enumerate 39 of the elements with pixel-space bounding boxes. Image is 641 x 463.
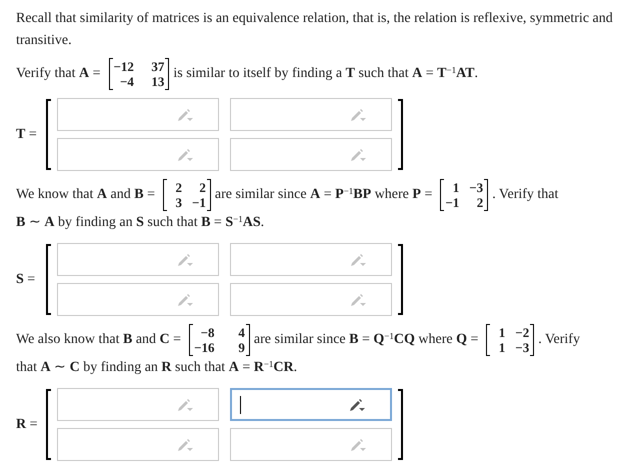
matrix-label: T =: [16, 126, 38, 144]
intro-text: Recall that similarity of matrices is an equivalence relation, that is, the relation is reflexive, symmetric and transitive.: [16, 10, 614, 50]
problem-text: We also know that B and C =: [16, 331, 182, 350]
input-field[interactable]: [230, 98, 392, 131]
problem-text: are similar since B = Q$^{−1}$CQ where Q =: [254, 330, 478, 350]
problem-text: . Verify that: [492, 186, 558, 204]
matrix-label: S =: [16, 271, 36, 289]
pencil-dropdown-icon[interactable]: [349, 398, 365, 412]
matrix-bracket: [398, 244, 403, 315]
input-field[interactable]: [230, 388, 392, 421]
matrix-bracket: [46, 244, 51, 315]
matrix: −8 4 −16 9: [189, 324, 250, 356]
matrix-bracket: [398, 389, 403, 460]
input-field[interactable]: [57, 428, 219, 461]
matrix: 1 −2 1 −3: [486, 324, 534, 356]
problem-text: Verify that A =: [16, 65, 101, 84]
input-field[interactable]: [230, 138, 392, 171]
problem-text: B ∼ A by finding an S such that B = S$^{−1}$AS.: [16, 212, 264, 232]
matrix-label: R =: [16, 416, 39, 434]
text-cursor: [240, 396, 241, 414]
matrix-bracket: [398, 99, 403, 170]
input-field[interactable]: [57, 283, 219, 316]
input-field[interactable]: [57, 98, 219, 131]
problem-text: are similar since A = P$^{−1}$BP where P =: [214, 184, 432, 204]
matrix-bracket: [46, 389, 51, 460]
problem-text: We know that A and B =: [16, 186, 156, 204]
input-field[interactable]: [57, 243, 219, 276]
input-field[interactable]: [57, 138, 219, 171]
input-field[interactable]: [230, 283, 392, 316]
input-field[interactable]: [230, 428, 392, 461]
problem-text: . Verify: [538, 331, 580, 350]
matrix: −12 37 −4 13: [108, 58, 170, 90]
problem-text: that A ∼ C by finding an R such that A = R$^{−1}$CR.: [16, 358, 298, 377]
problem-text: is similar to itself by finding a T such that A = T$^{−1}$AT.: [173, 64, 478, 84]
matrix: 2 2 3 −1: [163, 179, 211, 211]
input-field[interactable]: [57, 388, 219, 421]
matrix-bracket: [46, 99, 51, 170]
input-field[interactable]: [230, 243, 392, 276]
matrix: 1 −3 −1 2: [440, 179, 488, 211]
